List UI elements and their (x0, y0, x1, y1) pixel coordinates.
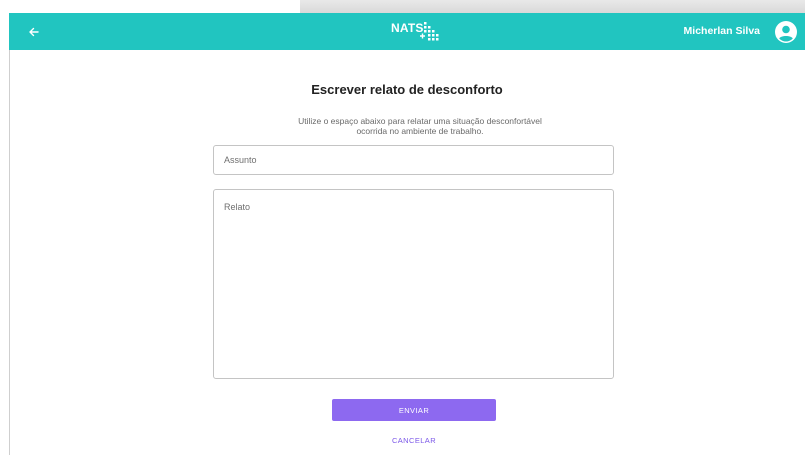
account-circle-icon[interactable] (774, 20, 798, 44)
logo-mark-icon (420, 22, 439, 41)
app-logo: NATS (391, 19, 451, 45)
description-line-2: ocorrida no ambiente de trabalho. (356, 126, 484, 136)
app-window: NATS Micherlan Silva Escrever relato de … (0, 0, 805, 455)
left-border (9, 50, 10, 455)
user-name[interactable]: Micherlan Silva (684, 25, 760, 37)
page-title: Escrever relato de desconforto (311, 82, 503, 97)
report-textarea[interactable] (213, 189, 614, 379)
top-strip (0, 0, 805, 13)
subject-input[interactable] (213, 145, 614, 175)
description-line-1: Utilize o espaço abaixo para relatar uma… (298, 116, 542, 126)
page-description: Utilize o espaço abaixo para relatar uma… (270, 116, 570, 136)
send-button[interactable]: ENVIAR (332, 399, 496, 421)
arrow-left-icon[interactable] (24, 22, 44, 42)
cancel-button[interactable]: CANCELAR (332, 436, 496, 445)
app-header: NATS Micherlan Silva (9, 13, 805, 50)
